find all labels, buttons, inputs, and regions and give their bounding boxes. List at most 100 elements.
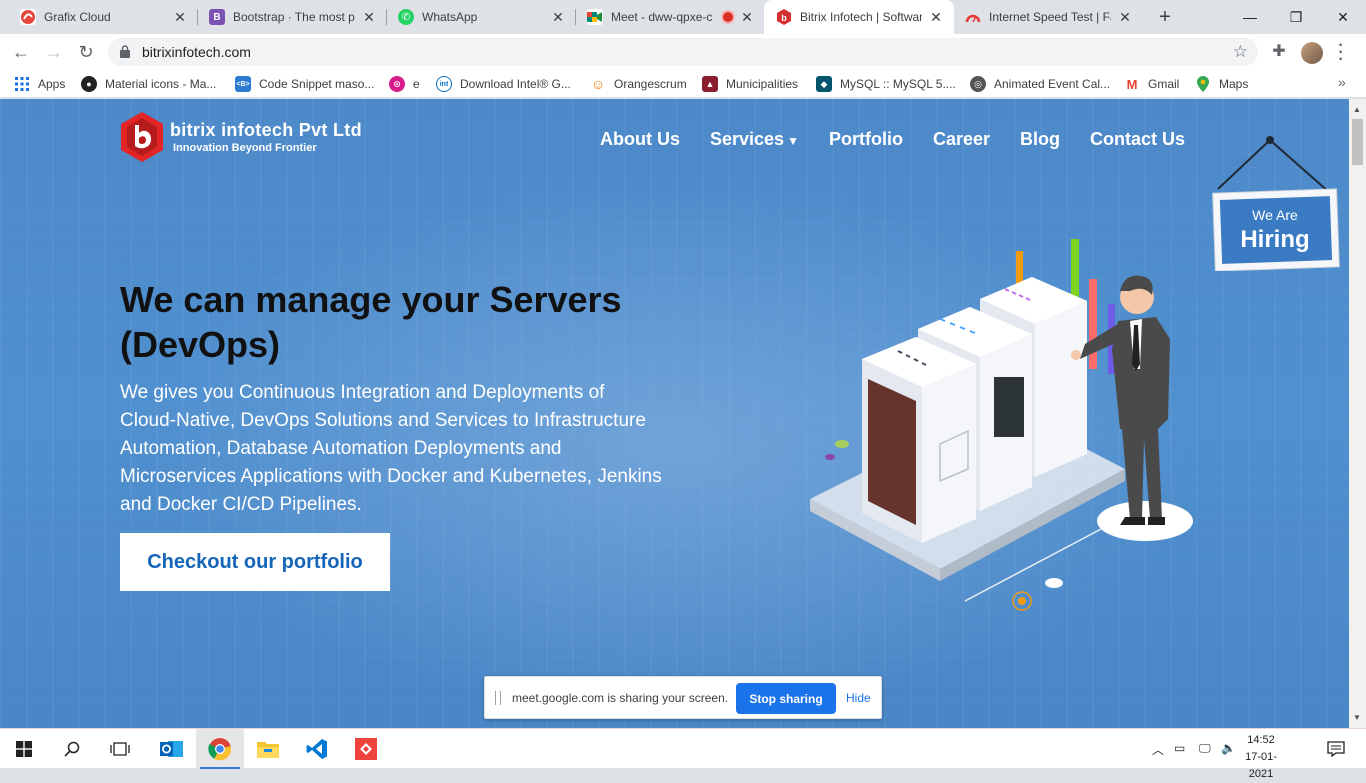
tab-speed-test[interactable]: Internet Speed Test | Fa ✕ xyxy=(953,0,1143,34)
recording-icon xyxy=(723,12,733,22)
bookmark-label: Download Intel® G... xyxy=(460,77,571,91)
tab-meet[interactable]: Meet - dww-qpxe-c ✕ xyxy=(575,0,765,34)
nav-portfolio[interactable]: Portfolio xyxy=(829,129,903,150)
notifications-icon[interactable] xyxy=(1316,729,1356,769)
tab-strip: Grafix Cloud ✕ B Bootstrap · The most po… xyxy=(0,0,1366,34)
bookmark-apps[interactable]: Apps xyxy=(14,76,65,92)
close-icon[interactable]: ✕ xyxy=(739,9,755,25)
task-view-icon[interactable] xyxy=(96,729,144,769)
tab-title: Bitrix Infotech | Softwar xyxy=(800,10,922,24)
tray-overflow-icon[interactable]: ︿ xyxy=(1152,741,1164,758)
page-scrollbar[interactable]: ▲ ▼ xyxy=(1349,99,1366,728)
close-icon[interactable]: ✕ xyxy=(361,9,377,25)
bookmark-animated-event[interactable]: ◎ Animated Event Cal... xyxy=(970,76,1110,92)
main-nav: About Us Services ▼ Portfolio Career Blog… xyxy=(600,129,1215,150)
chrome-icon[interactable] xyxy=(196,729,244,769)
anydesk-icon[interactable] xyxy=(342,729,390,769)
sharing-message: meet.google.com is sharing your screen. xyxy=(512,691,729,705)
gmail-icon: M xyxy=(1126,76,1138,92)
back-icon[interactable]: ← xyxy=(9,40,33,64)
profile-avatar[interactable] xyxy=(1301,42,1323,64)
minimize-icon[interactable]: — xyxy=(1227,0,1273,34)
brand-text: bitrix infotech Pvt Ltd Innovation Beyon… xyxy=(170,120,362,154)
nav-blog[interactable]: Blog xyxy=(1020,129,1060,150)
bookmark-maps[interactable]: Maps xyxy=(1195,76,1248,92)
file-explorer-icon[interactable] xyxy=(244,729,292,769)
bookmark-municipalities[interactable]: ▲ Municipalities xyxy=(702,76,798,92)
menu-dots-icon[interactable]: · · · xyxy=(1336,38,1346,68)
tab-grafix-cloud[interactable]: Grafix Cloud ✕ xyxy=(8,0,198,34)
scroll-down-icon[interactable]: ▼ xyxy=(1353,713,1361,722)
bookmark-e[interactable]: ⊙ e xyxy=(389,76,420,92)
bitrix-icon: b xyxy=(776,9,792,25)
more-bookmarks-icon[interactable]: » xyxy=(1338,74,1346,90)
intel-icon: int xyxy=(436,76,452,92)
site-logo[interactable]: bitrix infotech Pvt Ltd Innovation Beyon… xyxy=(120,111,362,163)
nav-career[interactable]: Career xyxy=(933,129,990,150)
tab-bootstrap[interactable]: B Bootstrap · The most po ✕ xyxy=(197,0,387,34)
nav-services[interactable]: Services ▼ xyxy=(710,129,799,150)
window-close-icon[interactable]: ✕ xyxy=(1320,0,1366,34)
code-icon: <B> xyxy=(235,76,251,92)
vscode-icon[interactable] xyxy=(293,729,341,769)
volume-muted-icon[interactable]: 🔈 xyxy=(1221,741,1236,755)
hero-description: We gives you Continuous Integration and … xyxy=(120,382,662,515)
bookmark-label: Code Snippet maso... xyxy=(259,77,375,91)
bookmark-intel[interactable]: int Download Intel® G... xyxy=(436,76,571,92)
bookmark-material-icons[interactable]: ● Material icons - Ma... xyxy=(81,76,216,92)
lock-icon xyxy=(120,45,130,58)
close-icon[interactable]: ✕ xyxy=(928,9,944,25)
search-icon[interactable] xyxy=(48,729,96,769)
tab-title: WhatsApp xyxy=(422,10,478,24)
clock-time: 14:52 xyxy=(1247,734,1275,746)
bookmark-label: MySQL :: MySQL 5.... xyxy=(840,77,956,91)
reload-icon[interactable]: ↻ xyxy=(74,40,98,64)
tab-bitrix-infotech[interactable]: b Bitrix Infotech | Softwar ✕ xyxy=(764,0,954,34)
extensions-icon[interactable]: ✚ xyxy=(1270,43,1288,61)
tab-whatsapp[interactable]: ✆ WhatsApp ✕ xyxy=(386,0,576,34)
battery-icon[interactable]: ▭ xyxy=(1174,741,1185,755)
municipalities-icon: ▲ xyxy=(702,76,718,92)
close-icon[interactable]: ✕ xyxy=(1117,9,1133,25)
bookmark-mysql[interactable]: ◆ MySQL :: MySQL 5.... xyxy=(816,76,956,92)
devops-servers-illustration xyxy=(810,239,1193,611)
forward-icon[interactable]: → xyxy=(42,40,66,64)
close-icon[interactable]: ✕ xyxy=(172,9,188,25)
checkout-portfolio-button[interactable]: Checkout our portfolio xyxy=(120,533,390,591)
windows-taskbar: ︿ ▭ 🖵 🔈 14:52 17-01-2021 xyxy=(0,728,1366,780)
url-text: bitrixinfotech.com xyxy=(142,44,251,60)
windows-start-icon[interactable] xyxy=(0,729,48,769)
nav-contact-us[interactable]: Contact Us xyxy=(1090,129,1185,150)
clock[interactable]: 14:52 17-01-2021 xyxy=(1236,732,1286,783)
whatsapp-icon: ✆ xyxy=(398,9,414,25)
apps-grid-icon xyxy=(14,76,30,92)
we-are-hiring-sign[interactable]: We Are Hiring xyxy=(1208,131,1344,271)
bookmark-gmail[interactable]: M Gmail xyxy=(1124,76,1180,92)
hide-button[interactable]: Hide xyxy=(846,691,871,705)
mysql-icon: ◆ xyxy=(816,76,832,92)
orangescrum-icon: ☺ xyxy=(590,76,606,92)
maximize-icon[interactable]: ❐ xyxy=(1273,0,1319,34)
bookmark-label: e xyxy=(413,77,420,91)
network-icon[interactable]: 🖵 xyxy=(1199,741,1211,756)
bookmark-star-icon[interactable]: ☆ xyxy=(1233,42,1248,62)
scroll-up-icon[interactable]: ▲ xyxy=(1353,105,1361,114)
new-tab-icon[interactable]: + xyxy=(1155,7,1175,27)
scrollbar-thumb[interactable] xyxy=(1352,119,1363,165)
tab-title: Grafix Cloud xyxy=(44,10,111,24)
meet-icon xyxy=(587,9,603,25)
bookmark-code-snippet[interactable]: <B> Code Snippet maso... xyxy=(235,76,374,92)
drag-handle-icon[interactable] xyxy=(495,691,501,705)
grafix-icon xyxy=(20,9,36,25)
bookmark-label: Material icons - Ma... xyxy=(105,77,217,91)
bookmarks-bar: Apps ● Material icons - Ma... <B> Code S… xyxy=(0,70,1366,98)
outlook-icon[interactable] xyxy=(148,729,196,769)
close-icon[interactable]: ✕ xyxy=(550,9,566,25)
nav-about-us[interactable]: About Us xyxy=(600,129,680,150)
page-viewport: bitrix infotech Pvt Ltd Innovation Beyon… xyxy=(0,99,1349,728)
bookmark-orangescrum[interactable]: ☺ Orangescrum xyxy=(590,76,687,92)
speedtest-icon xyxy=(965,9,981,25)
stop-sharing-button[interactable]: Stop sharing xyxy=(736,683,836,714)
brand-name: bitrix infotech Pvt Ltd xyxy=(170,120,362,140)
address-bar[interactable]: bitrixinfotech.com ☆ xyxy=(108,38,1258,66)
